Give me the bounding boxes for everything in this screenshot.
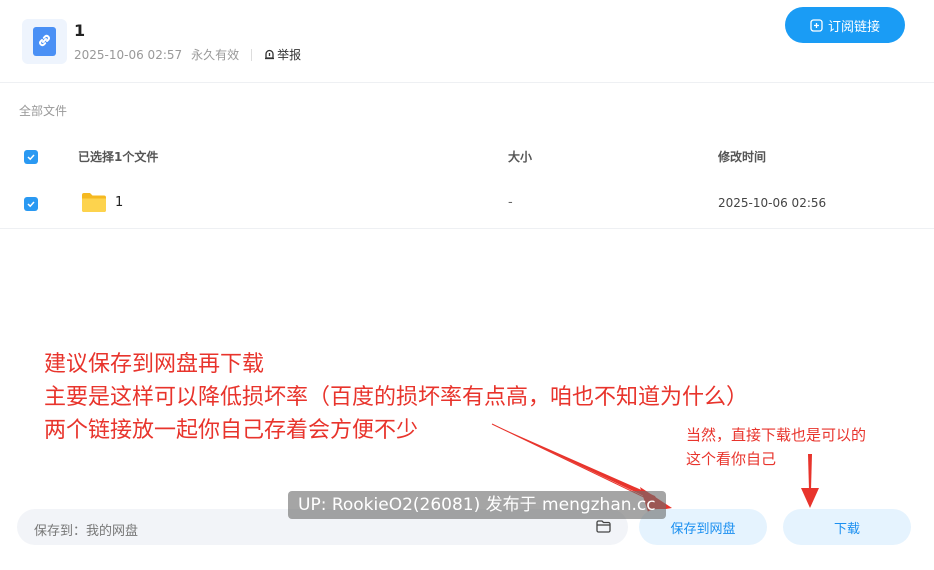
annotation-arrows <box>491 423 819 512</box>
watermark: UP: RookieO2(26081) 发布于 mengzhan.cc <box>288 491 666 519</box>
share-page: 1 2025-10-06 02:57 永久有效 举报 订阅链接 全部文件 已选择… <box>0 0 934 570</box>
folder-picker-icon[interactable] <box>596 520 611 533</box>
download-button[interactable]: 下载 <box>783 509 911 545</box>
save-path-label: 保存到：我的网盘 <box>34 524 139 539</box>
arrow-to-download-icon <box>801 454 819 508</box>
